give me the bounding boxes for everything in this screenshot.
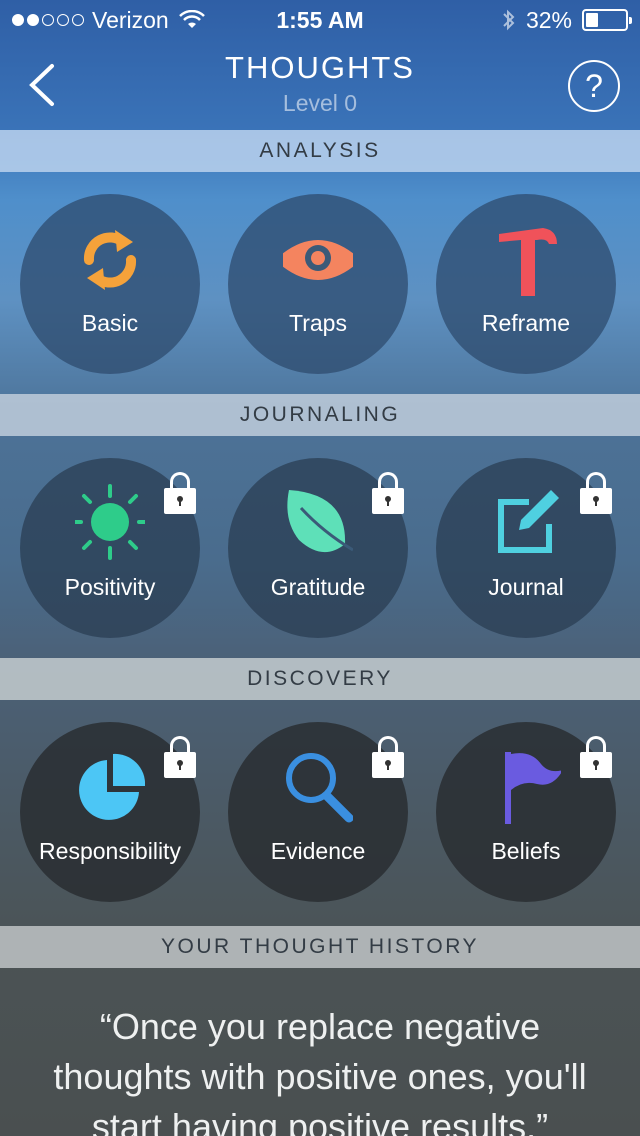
level-subtitle: Level 0 (282, 90, 358, 116)
pie-chart-icon (79, 753, 145, 820)
lock-icon (372, 736, 404, 780)
leaf-icon (287, 490, 353, 553)
flag-icon (505, 752, 561, 824)
sun-icon (75, 484, 145, 560)
lock-icon (372, 472, 404, 516)
tile-responsibility[interactable]: Responsibility (20, 722, 200, 902)
section-header-journaling: JOURNALING (0, 394, 640, 436)
tile-evidence[interactable]: Evidence (228, 722, 408, 902)
tile-gratitude[interactable]: Gratitude (228, 458, 408, 638)
thought-history-quote: “Once you replace negative thoughts with… (53, 1006, 587, 1136)
section-header-analysis: ANALYSIS (0, 130, 640, 172)
tile-beliefs[interactable]: Beliefs (436, 722, 616, 902)
tile-reframe-label: Reframe (481, 310, 571, 336)
lock-icon (580, 472, 612, 516)
tile-traps-label: Traps (289, 310, 347, 336)
section-header-discovery: DISCOVERY (0, 658, 640, 700)
tile-reframe[interactable]: Reframe (436, 194, 616, 374)
battery-level (586, 13, 598, 27)
lock-icon (580, 736, 612, 780)
tile-beliefs-label: Beliefs (491, 838, 561, 864)
tile-responsibility-label: Responsibility (39, 838, 181, 864)
refresh-icon (83, 230, 137, 290)
hammer-icon (499, 228, 557, 296)
tile-gratitude-label: Gratitude (270, 574, 366, 600)
status-bar: Verizon 1:55 AM 32% (0, 0, 640, 40)
tile-traps[interactable]: Traps (228, 194, 408, 374)
tile-journal[interactable]: Journal (436, 458, 616, 638)
tile-positivity-label: Positivity (64, 574, 156, 600)
help-button[interactable]: ? (568, 60, 620, 112)
bluetooth-icon (503, 9, 515, 31)
tile-basic[interactable]: Basic (20, 194, 200, 374)
tile-journal-label: Journal (488, 574, 564, 600)
lock-icon (164, 472, 196, 516)
page-title: THOUGHTS (225, 50, 415, 85)
tile-basic-label: Basic (81, 310, 139, 336)
tile-positivity[interactable]: Positivity (20, 458, 200, 638)
nav-bar: THOUGHTS Level 0 ? (0, 40, 640, 130)
battery-icon (582, 9, 632, 31)
edit-icon (498, 490, 559, 553)
eye-icon (283, 240, 353, 280)
section-header-thought-history[interactable]: YOUR THOUGHT HISTORY (0, 926, 640, 968)
lock-icon (164, 736, 196, 780)
status-right: 32% (502, 0, 632, 40)
magnifier-icon (286, 753, 353, 823)
tile-evidence-label: Evidence (270, 838, 366, 864)
battery-percent: 32% (525, 7, 572, 33)
